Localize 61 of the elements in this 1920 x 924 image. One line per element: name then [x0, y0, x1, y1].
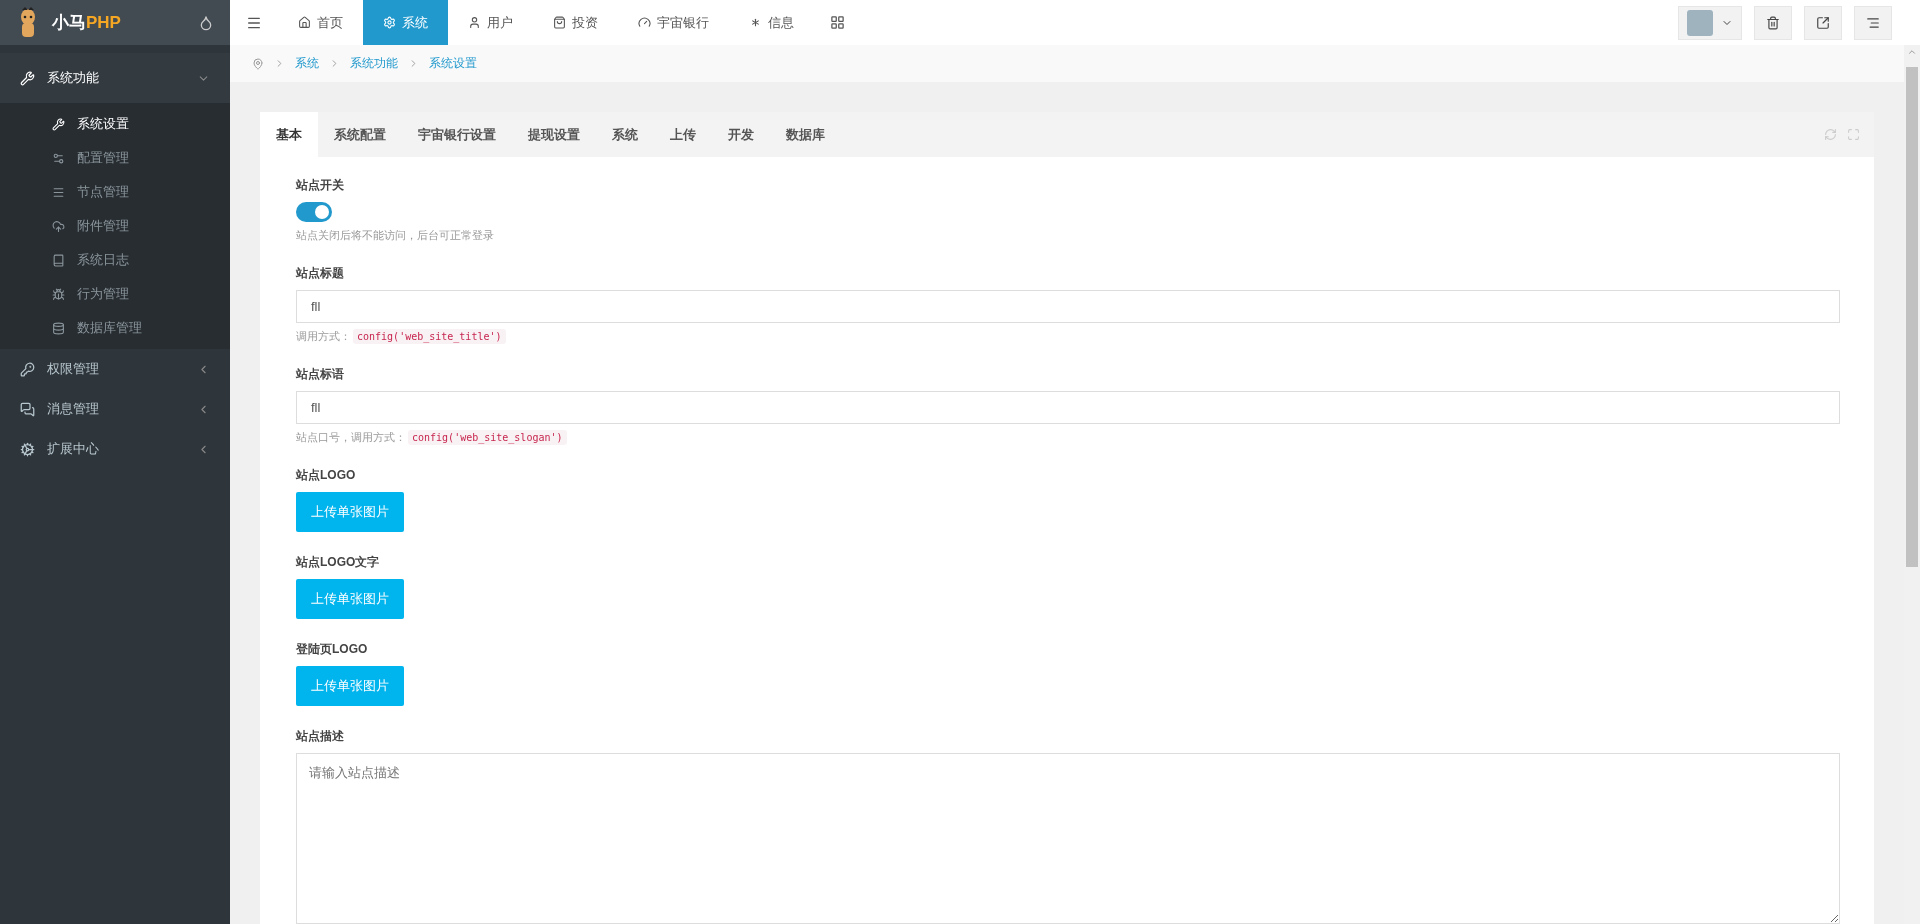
avatar: [1687, 9, 1713, 36]
sidebar-group[interactable]: 系统功能: [0, 53, 230, 103]
sidebar-group[interactable]: 扩展中心: [0, 429, 230, 469]
menu-item-icon: [52, 287, 65, 301]
user-menu-button[interactable]: [1678, 5, 1742, 40]
text-field[interactable]: fll: [296, 391, 1840, 424]
nav-tab[interactable]: 投资: [533, 0, 618, 45]
group-icon: [20, 361, 35, 377]
sidebar-item[interactable]: 系统日志: [0, 243, 230, 277]
help-text: 调用方式： config('web_site_title'): [296, 329, 506, 344]
menu-item-icon: [52, 321, 65, 335]
nav-icon: [553, 16, 566, 29]
menu-item-icon: [52, 185, 65, 199]
menu-item-icon: [52, 219, 65, 233]
scroll-up-icon[interactable]: [1907, 47, 1917, 57]
lines-icon: [1866, 15, 1880, 30]
sidebar-item[interactable]: 配置管理: [0, 141, 230, 175]
sidebar-item[interactable]: 系统设置: [0, 107, 230, 141]
menu-item-icon: [52, 117, 65, 131]
grid-icon[interactable]: [830, 15, 845, 30]
field-label: 站点开关: [296, 177, 344, 194]
nav-icon: [383, 16, 396, 29]
description-field[interactable]: 请输入站点描述: [296, 753, 1840, 924]
field-label: 站点标语: [296, 366, 344, 383]
sidebar-item[interactable]: 行为管理: [0, 277, 230, 311]
field-label: 站点LOGO: [296, 467, 356, 484]
sidebar-group[interactable]: 消息管理: [0, 389, 230, 429]
nav-icon: [298, 16, 311, 29]
droplet-icon[interactable]: [198, 14, 214, 31]
sidebar-item[interactable]: 节点管理: [0, 175, 230, 209]
nav-tab[interactable]: 首页: [278, 0, 363, 45]
group-icon: [20, 70, 35, 86]
logo-text: 小马PHP: [52, 12, 122, 34]
arrow-out-icon: [1816, 15, 1830, 30]
nav-icon: [638, 16, 651, 29]
trash-button[interactable]: [1754, 5, 1792, 40]
settings-tab[interactable]: 基本: [260, 112, 318, 157]
help-text: 站点关闭后将不能访问，后台可正常登录: [296, 228, 494, 243]
help-text: 站点口号，调用方式： config('web_site_slogan'): [296, 430, 567, 445]
group-icon: [20, 401, 35, 417]
menu-item-icon: [52, 151, 65, 165]
menu-item-icon: [52, 253, 65, 267]
nav-tab[interactable]: 信息: [729, 0, 814, 45]
field-label: 站点LOGO文字: [296, 554, 380, 571]
trash-icon: [1766, 15, 1780, 30]
group-icon: [20, 441, 35, 457]
field-label: 站点描述: [296, 728, 344, 745]
settings-button[interactable]: [1854, 5, 1892, 40]
toggle-switch[interactable]: [296, 202, 332, 222]
sidebar-item[interactable]: 附件管理: [0, 209, 230, 243]
field-label: 登陆页LOGO: [296, 641, 368, 658]
nav-icon: [749, 16, 762, 29]
external-link-button[interactable]: [1804, 5, 1842, 40]
field-label: 站点标题: [296, 265, 344, 282]
sidebar-item[interactable]: 数据库管理: [0, 311, 230, 345]
sidebar-group[interactable]: 权限管理: [0, 349, 230, 389]
nav-tab[interactable]: 宇宙银行: [618, 0, 729, 45]
nav-tab[interactable]: 用户: [448, 0, 533, 45]
location-icon: [252, 57, 264, 70]
text-field[interactable]: fll: [296, 290, 1840, 323]
nav-icon: [468, 16, 481, 29]
